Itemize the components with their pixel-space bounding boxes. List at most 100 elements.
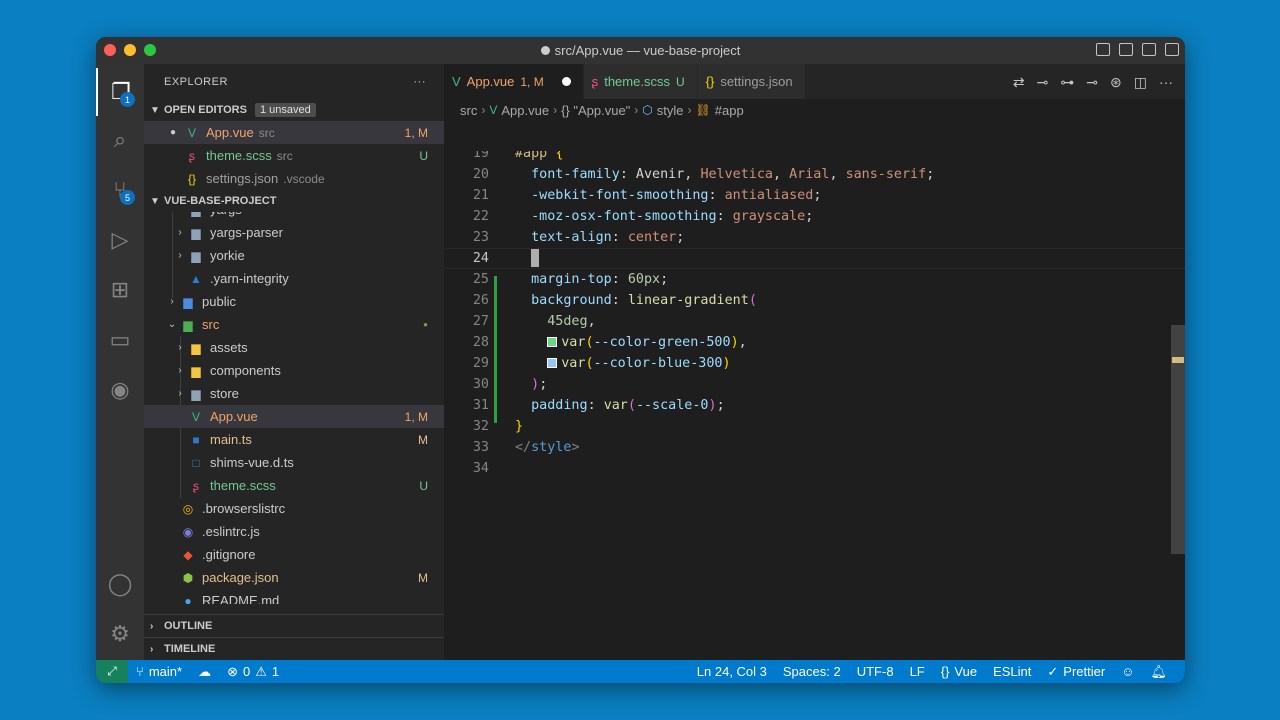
sync-status[interactable]: ☁ — [190, 664, 219, 680]
tab-settings-json[interactable]: {} settings.json — [697, 64, 806, 99]
tree-file[interactable]: ◉ .eslintrc.js — [144, 520, 444, 543]
code-text: -moz-osx-font-smoothing: grayscale; — [531, 209, 814, 224]
remote-indicator[interactable]: ⤢ — [96, 660, 128, 683]
code-text: font-family: Avenir, Helvetica, Arial, s… — [531, 167, 935, 182]
toggle-secondary-sidebar-icon[interactable] — [1142, 43, 1156, 56]
timeline-header[interactable]: › TIMELINE — [144, 637, 444, 660]
toggle-sidebar-icon[interactable] — [1096, 43, 1110, 56]
split-editor-icon[interactable]: ◫ — [1134, 74, 1147, 91]
accounts-activity[interactable]: ◯ — [96, 560, 144, 608]
tree-folder[interactable]: › ▆ yorkie — [144, 244, 444, 267]
tree-item-label: .browserslistrc — [202, 501, 286, 516]
symbol-icon: ⬡ — [642, 103, 653, 117]
end-of-line[interactable]: LF — [902, 664, 933, 679]
previous-change-icon[interactable]: ⊸ — [1037, 74, 1049, 91]
indentation[interactable]: Spaces: 2 — [775, 664, 849, 679]
tree-file[interactable]: ʂ theme.scss U — [144, 474, 444, 497]
tree-folder[interactable]: ⌄ ▆ src ● — [144, 313, 444, 336]
outline-header[interactable]: › OUTLINE — [144, 614, 444, 637]
commit-icon[interactable]: ⊶ — [1060, 74, 1074, 91]
remote-explorer-icon: ▭ — [109, 327, 131, 352]
notifications-button[interactable]: 🔔︎ — [1142, 664, 1175, 680]
tree-folder[interactable]: › ▆ store — [144, 382, 444, 405]
eslint-status[interactable]: ESLint — [985, 664, 1039, 679]
code-line: 28 var(--color-green-500), — [444, 332, 1185, 353]
code-text: padding: var(--scale-0); — [531, 398, 725, 413]
code-editor[interactable]: 19 #app { 20 font-family: Avenir, Helvet… — [444, 151, 1185, 660]
breadcrumb-item[interactable]: style — [657, 103, 684, 118]
prettier-status[interactable]: ✓ Prettier — [1039, 664, 1113, 680]
code-text: #app { — [515, 151, 564, 161]
branch-status[interactable]: ⑂ main* — [128, 664, 190, 679]
encoding[interactable]: UTF-8 — [849, 664, 902, 679]
tree-file[interactable]: V App.vue 1, M — [144, 405, 444, 428]
source-control-activity[interactable]: ⑂ 5 — [96, 166, 144, 214]
toggle-panel-icon[interactable] — [1119, 43, 1133, 56]
breadcrumb-item[interactable]: #app — [715, 103, 744, 118]
chevron-right-icon: › — [178, 388, 182, 399]
chevron-down-icon: ⌄ — [167, 319, 177, 330]
tab-status: U — [675, 74, 685, 89]
sidebar-bottom-sections: › OUTLINE › TIMELINE — [144, 614, 444, 660]
open-editors-header[interactable]: ▼ OPEN EDITORS 1 unsaved — [144, 99, 444, 121]
open-editor-name: theme.scss — [206, 148, 272, 163]
minimize-window-button[interactable] — [124, 44, 136, 56]
customize-layout-icon[interactable] — [1165, 43, 1179, 56]
problems-status[interactable]: ⊗ 0 ⚠ 1 — [219, 664, 287, 680]
feedback-button[interactable]: ☺ — [1113, 664, 1142, 679]
code-line: 32 } — [444, 416, 1185, 437]
tree-folder[interactable]: › ▆ yargs — [144, 212, 444, 221]
dirty-dot-icon[interactable] — [561, 77, 571, 86]
run-debug-icon: ▷ — [111, 227, 129, 252]
tree-folder[interactable]: › ▆ components — [144, 359, 444, 382]
tree-folder[interactable]: › ▆ yargs-parser — [144, 221, 444, 244]
color-swatch-green[interactable] — [547, 337, 558, 347]
next-change-icon[interactable]: ⊸ — [1086, 74, 1098, 91]
code-text: } — [515, 419, 524, 434]
compare-changes-icon[interactable]: ⇄ — [1013, 74, 1025, 91]
chevron-down-icon: ▼ — [150, 104, 160, 116]
tree-file[interactable]: ■ main.ts M — [144, 428, 444, 451]
close-window-button[interactable] — [104, 44, 116, 56]
tree-file[interactable]: ⬢ package.json M — [144, 566, 444, 589]
tree-folder[interactable]: › ▆ public — [144, 290, 444, 313]
line-number: 27 — [472, 314, 489, 329]
tree-file[interactable]: ● README.md — [144, 589, 444, 604]
layout-controls — [1096, 43, 1179, 56]
search-activity[interactable]: ⌕ — [96, 116, 144, 164]
tree-file[interactable]: ▲ .yarn-integrity — [144, 267, 444, 290]
line-number: 19 — [472, 151, 489, 161]
status-right: Ln 24, Col 3 Spaces: 2 UTF-8 LF {} Vue E… — [689, 660, 1175, 683]
tree-file[interactable]: ◎ .browserslistrc — [144, 497, 444, 520]
tab-app-vue[interactable]: V App.vue 1, M — [444, 64, 584, 99]
project-header[interactable]: ▼ VUE-BASE-PROJECT — [144, 190, 444, 212]
language-mode[interactable]: {} Vue — [933, 664, 985, 679]
remote-explorer-activity[interactable]: ▭ — [96, 316, 144, 364]
maximize-window-button[interactable] — [144, 44, 156, 56]
open-editor-dir: src — [258, 125, 275, 140]
breadcrumb-item[interactable]: {} "App.vue" — [561, 103, 630, 118]
run-debug-activity[interactable]: ▷ — [96, 216, 144, 264]
more-actions-icon[interactable]: ··· — [1159, 74, 1173, 91]
more-actions-icon[interactable]: ··· — [414, 76, 427, 88]
tree-file[interactable]: □ shims-vue.d.ts — [144, 451, 444, 474]
tree-item-label: .gitignore — [202, 547, 256, 562]
breadcrumb-item[interactable]: src — [460, 103, 477, 118]
open-editor-item[interactable]: ● V App.vue src 1, M — [144, 121, 444, 144]
braces-icon: {} — [940, 664, 950, 679]
open-editor-item[interactable]: {} settings.json .vscode — [144, 167, 444, 190]
manage-activity[interactable]: ⚙ — [96, 610, 144, 658]
gitlens-activity[interactable]: ◉ — [96, 366, 144, 414]
breadcrumb-item[interactable]: App.vue — [501, 103, 549, 118]
tree-folder[interactable]: › ▆ assets — [144, 336, 444, 359]
tree-file[interactable]: ◆ .gitignore — [144, 543, 444, 566]
color-swatch-blue[interactable] — [547, 358, 558, 368]
gitlens-history-icon[interactable]: ⊛ — [1110, 74, 1122, 91]
check-icon: ✓ — [1047, 663, 1059, 679]
open-editor-item[interactable]: ʂ theme.scss src U — [144, 144, 444, 167]
cursor-position[interactable]: Ln 24, Col 3 — [689, 664, 775, 679]
tab-theme-scss[interactable]: ʂ theme.scss U — [583, 64, 698, 99]
chevron-right-icon: › — [687, 103, 692, 117]
explorer-activity[interactable]: ❐ 1 — [96, 68, 144, 116]
extensions-activity[interactable]: ⊞ — [96, 266, 144, 314]
